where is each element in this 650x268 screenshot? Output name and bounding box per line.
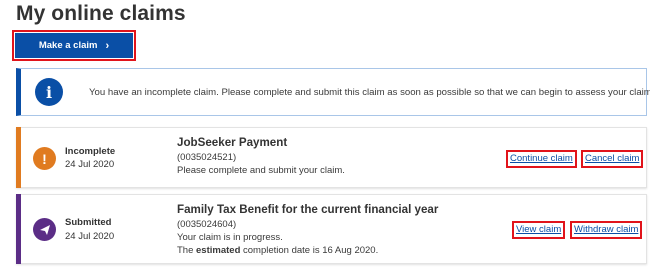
make-claim-highlight: Make a claim ›	[12, 30, 136, 61]
make-claim-button[interactable]: Make a claim ›	[15, 33, 133, 58]
incomplete-claim-banner: i You have an incomplete claim. Please c…	[16, 68, 650, 116]
completion-suffix: completion date is 16 Aug 2020.	[240, 245, 379, 256]
paper-plane-icon	[33, 218, 56, 241]
cancel-claim-link[interactable]: Cancel claim	[581, 150, 644, 168]
claim-info: JobSeeker Payment (0035024521) Please co…	[177, 136, 345, 177]
completion-prefix: The	[177, 245, 197, 256]
completion-emphasis: estimated	[196, 245, 241, 256]
chevron-right-icon: ›	[105, 39, 110, 52]
claim-title: Family Tax Benefit for the current finan…	[177, 203, 439, 216]
make-claim-label: Make a claim	[38, 40, 98, 51]
status-date: 24 Jul 2020	[65, 231, 115, 242]
claim-card-jobseeker: ! Incomplete 24 Jul 2020 JobSeeker Payme…	[16, 127, 647, 188]
status-date: 24 Jul 2020	[65, 159, 115, 170]
completion-date-text: The estimated completion date is 16 Aug …	[177, 244, 438, 257]
status-label: Incomplete	[65, 146, 116, 157]
claim-card-family-tax-benefit: Submitted 24 Jul 2020 Family Tax Benefit…	[16, 194, 647, 264]
claim-reference: (0035024604)	[177, 219, 237, 230]
withdraw-claim-link[interactable]: Withdraw claim	[570, 221, 643, 239]
banner-text: You have an incomplete claim. Please com…	[89, 86, 650, 98]
status-bar	[16, 127, 21, 188]
status-bar	[16, 194, 21, 264]
view-claim-link[interactable]: View claim	[512, 221, 566, 239]
page-title: My online claims	[16, 2, 186, 25]
continue-claim-link[interactable]: Continue claim	[506, 150, 577, 168]
claim-title: JobSeeker Payment	[177, 136, 288, 149]
claim-message: Please complete and submit your claim.	[177, 165, 345, 176]
claim-reference: (0035024521)	[177, 152, 237, 163]
claim-message: Your claim is in progress.	[177, 232, 283, 243]
exclamation-icon: !	[33, 147, 56, 170]
status-label: Submitted	[65, 217, 112, 228]
claim-info: Family Tax Benefit for the current finan…	[177, 203, 438, 257]
info-icon: i	[35, 78, 63, 106]
